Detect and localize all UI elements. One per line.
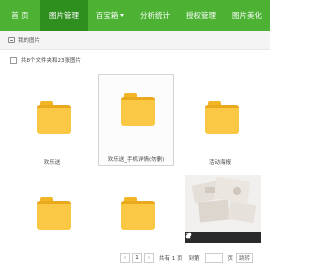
- nav-image-beautify[interactable]: 图片美化: [224, 0, 270, 31]
- nav-authorization-label: 授权管理: [186, 11, 216, 20]
- goto-page-input[interactable]: [204, 253, 223, 263]
- goto-prefix: 到第: [188, 256, 200, 262]
- nav-analytics[interactable]: 分析统计: [132, 0, 178, 31]
- selection-summary: 共8个文件夹和23张图片: [21, 58, 81, 64]
- nav-authorization[interactable]: 授权管理: [178, 0, 224, 31]
- nav-image-management-label: 图片管理: [49, 11, 79, 20]
- chevron-down-icon: [120, 14, 125, 17]
- folder-icon: [121, 93, 155, 127]
- delete-icon[interactable]: [185, 232, 192, 239]
- folder-label: 活动海报: [208, 160, 231, 166]
- nav-image-management[interactable]: 图片管理: [40, 0, 88, 31]
- next-page-button[interactable]: ›: [144, 253, 154, 263]
- image-thumbnail: [185, 175, 261, 243]
- total-pages-text: 共有 1 页: [159, 256, 183, 262]
- folder-card[interactable]: 欢乐送: [14, 78, 90, 170]
- select-all-checkbox[interactable]: [10, 56, 17, 64]
- top-navbar: 首 页 图片管理 百宝箱 分析统计 授权管理 图片美化: [0, 0, 270, 31]
- goto-suffix: 页: [227, 256, 234, 262]
- nav-toolbox[interactable]: 百宝箱: [88, 0, 132, 31]
- folder-card[interactable]: 欢乐送_手机详情(勿删): [98, 74, 174, 166]
- folder-icon: [121, 197, 155, 231]
- folder-card[interactable]: [14, 174, 90, 266]
- prev-page-button[interactable]: ‹: [120, 253, 130, 263]
- folder-icon: [205, 101, 239, 135]
- folder-label: 欢乐送: [43, 160, 61, 166]
- breadcrumb: 我的图片: [0, 31, 270, 50]
- folder-label: 欢乐送_手机详情(勿删): [107, 157, 165, 163]
- goto-button[interactable]: 跳转: [236, 253, 254, 263]
- nav-analytics-label: 分析统计: [140, 11, 170, 20]
- folder-icon: [37, 101, 71, 135]
- nav-home[interactable]: 首 页: [0, 0, 40, 31]
- selection-bar: 共8个文件夹和23张图片: [0, 53, 270, 67]
- nav-home-label: 首 页: [11, 11, 29, 20]
- folder-card[interactable]: 活动海报: [182, 78, 258, 170]
- image-toolbar: [185, 232, 261, 243]
- folder-icon: [37, 197, 71, 231]
- file-grid: 欢乐送 欢乐送_手机详情(勿删) 活动海报: [6, 70, 266, 250]
- nav-image-beautify-label: 图片美化: [232, 11, 262, 20]
- page-number-button[interactable]: 1: [132, 253, 142, 263]
- nav-toolbox-label: 百宝箱: [95, 11, 119, 20]
- image-icon: [8, 37, 15, 43]
- breadcrumb-label[interactable]: 我的图片: [18, 36, 40, 44]
- pagination: ‹ 1 › 共有 1 页 到第 页 跳转: [120, 252, 255, 264]
